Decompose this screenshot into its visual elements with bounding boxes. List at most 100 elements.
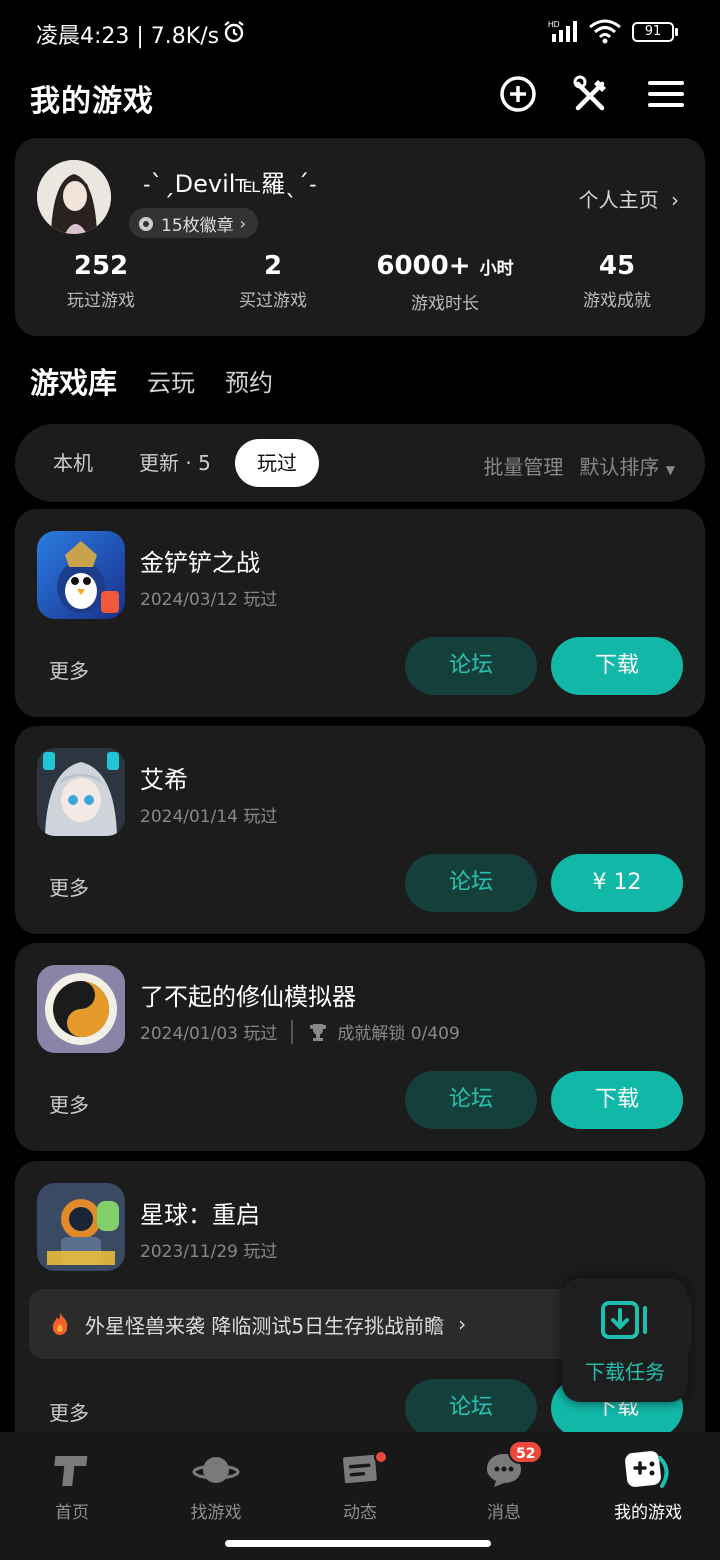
game-card[interactable]: 艾希 2024/01/14 玩过 更多 论坛 ¥ 12 (15, 726, 705, 934)
chevron-right-icon: › (458, 1312, 467, 1336)
filter-bar: 本机 更新 · 5 玩过 批量管理 默认排序 ▼ (15, 424, 705, 502)
game-last-played: 2024/01/14 玩过 (140, 802, 277, 827)
badge-pill[interactable]: 15枚徽章 › (129, 208, 259, 238)
forum-button[interactable]: 论坛 (405, 1071, 537, 1129)
stat-label: 游戏时长 (411, 294, 479, 314)
download-box-icon (601, 1301, 647, 1339)
stat-played[interactable]: 252 玩过游戏 (15, 250, 187, 311)
home-t-icon (54, 1456, 88, 1486)
more-button[interactable]: 更多 (49, 655, 89, 684)
buy-button[interactable]: ¥ 12 (551, 854, 683, 912)
alarm-icon (224, 21, 244, 43)
stat-playtime[interactable]: 6000+ 小时 游戏时长 (359, 250, 531, 314)
game-title: 艾希 (140, 766, 188, 794)
library-tabs: 游戏库 云玩 预约 (30, 360, 273, 408)
homepage-label: 个人主页 (578, 188, 659, 212)
download-tasks-label: 下载任务 (585, 1360, 665, 1384)
nav-item-home[interactable]: 首页 (0, 1448, 144, 1523)
svg-text:HD: HD (548, 20, 560, 29)
sort-label: 默认排序 (579, 455, 660, 479)
game-title: 金铲铲之战 (140, 549, 260, 577)
add-circle-icon[interactable] (498, 74, 538, 114)
stat-achievements[interactable]: 45 游戏成就 (531, 250, 703, 311)
avatar[interactable] (37, 160, 111, 234)
chevron-right-icon: › (239, 213, 247, 233)
played-date: 2024/01/03 玩过 (140, 1024, 278, 1044)
trophy-icon (310, 1023, 327, 1041)
message-count-badge: 52 (508, 1440, 544, 1464)
game-last-played: 2024/03/12 玩过 (140, 585, 277, 610)
status-bar: 凌晨4:23 | 7.8K/s HD 91 (0, 0, 720, 64)
forum-button[interactable]: 论坛 (405, 1379, 537, 1437)
more-button[interactable]: 更多 (49, 1397, 89, 1426)
event-text: 外星怪兽来袭 降临测试5日生存挑战前瞻 (85, 1313, 445, 1338)
tab-reserve[interactable]: 预约 (225, 363, 273, 408)
caret-down-icon: ▼ (665, 463, 675, 477)
achievement-progress: 成就解锁 0/409 (337, 1024, 460, 1044)
nav-label: 动态 (343, 1503, 377, 1523)
nav-label: 我的游戏 (614, 1503, 682, 1523)
more-button[interactable]: 更多 (49, 872, 89, 901)
nav-item-messages[interactable]: 52 消息 (432, 1440, 576, 1523)
stat-label: 买过游戏 (239, 291, 307, 311)
download-tasks-button[interactable]: 下载任务 (562, 1278, 688, 1402)
game-title: 星球：重启 (140, 1201, 260, 1229)
nav-item-feed[interactable]: 动态 (288, 1448, 432, 1523)
stat-value: 252 (73, 251, 129, 281)
home-indicator[interactable] (225, 1540, 491, 1547)
game-card[interactable]: 金铲铲之战 2024/03/12 玩过 更多 论坛 下载 (15, 509, 705, 717)
battery-indicator: 91 (632, 22, 678, 42)
forum-button[interactable]: 论坛 (405, 854, 537, 912)
stat-label: 游戏成就 (583, 291, 651, 311)
nav-label: 消息 (487, 1503, 521, 1523)
tools-icon[interactable] (572, 74, 612, 114)
divider (291, 1019, 294, 1044)
tab-game-library[interactable]: 游戏库 (30, 360, 118, 408)
download-button[interactable]: 下载 (551, 1071, 683, 1129)
played-date: 2023/11/29 玩过 (140, 1242, 278, 1262)
page-title: 我的游戏 (30, 84, 154, 119)
menu-icon[interactable] (646, 74, 686, 114)
chip-played[interactable]: 玩过 (235, 439, 319, 487)
game-icon[interactable] (37, 1183, 125, 1271)
played-date: 2024/03/12 玩过 (140, 590, 278, 610)
profile-card[interactable]: ˗ˋˏDevil℡羅ˎˊ˗ 15枚徽章 › 个人主页 › 252 玩过游戏 2 … (15, 138, 705, 336)
more-button[interactable]: 更多 (49, 1089, 89, 1118)
game-icon[interactable] (37, 748, 125, 836)
notification-dot (374, 1450, 388, 1464)
nav-item-find-games[interactable]: 找游戏 (144, 1448, 288, 1523)
homepage-link[interactable]: 个人主页 › (579, 184, 679, 213)
game-icon[interactable] (37, 531, 125, 619)
stat-value: 6000+ (376, 251, 471, 281)
nav-label: 找游戏 (190, 1503, 242, 1523)
tab-cloud-play[interactable]: 云玩 (147, 363, 195, 408)
played-date: 2024/01/14 玩过 (140, 807, 278, 827)
sort-dropdown[interactable]: 默认排序 ▼ (579, 451, 675, 480)
gamepad-icon (625, 1451, 669, 1488)
stat-value: 2 (263, 251, 283, 281)
chevron-right-icon: › (671, 188, 679, 212)
badge-count: 15枚徽章 (161, 215, 234, 236)
planet-icon (192, 1457, 240, 1483)
download-button[interactable]: 下载 (551, 637, 683, 695)
stat-value: 45 (598, 251, 636, 281)
game-card[interactable]: 了不起的修仙模拟器 2024/01/03 玩过 成就解锁 0/409 更多 论坛… (15, 943, 705, 1151)
stat-unit: 小时 (479, 259, 514, 279)
chip-updates[interactable]: 更新 · 5 (121, 439, 229, 487)
game-icon[interactable] (37, 965, 125, 1053)
nav-item-my-games[interactable]: 我的游戏 (576, 1448, 720, 1523)
signal-icon: HD (548, 20, 577, 42)
forum-button[interactable]: 论坛 (405, 637, 537, 695)
game-last-played: 2024/01/03 玩过 成就解锁 0/409 (140, 1019, 460, 1044)
stat-bought[interactable]: 2 买过游戏 (187, 250, 359, 311)
wifi-icon (589, 19, 621, 44)
chip-local[interactable]: 本机 (35, 439, 111, 487)
stat-label: 玩过游戏 (67, 291, 135, 311)
game-last-played: 2023/11/29 玩过 (140, 1237, 277, 1262)
nav-label: 首页 (55, 1503, 89, 1523)
medal-icon (139, 217, 153, 231)
username: ˗ˋˏDevil℡羅ˎˊ˗ (143, 170, 317, 198)
fire-icon (52, 1313, 68, 1335)
batch-manage-button[interactable]: 批量管理 (483, 451, 563, 480)
status-time: 凌晨4:23 | 7.8K/s (36, 24, 220, 49)
